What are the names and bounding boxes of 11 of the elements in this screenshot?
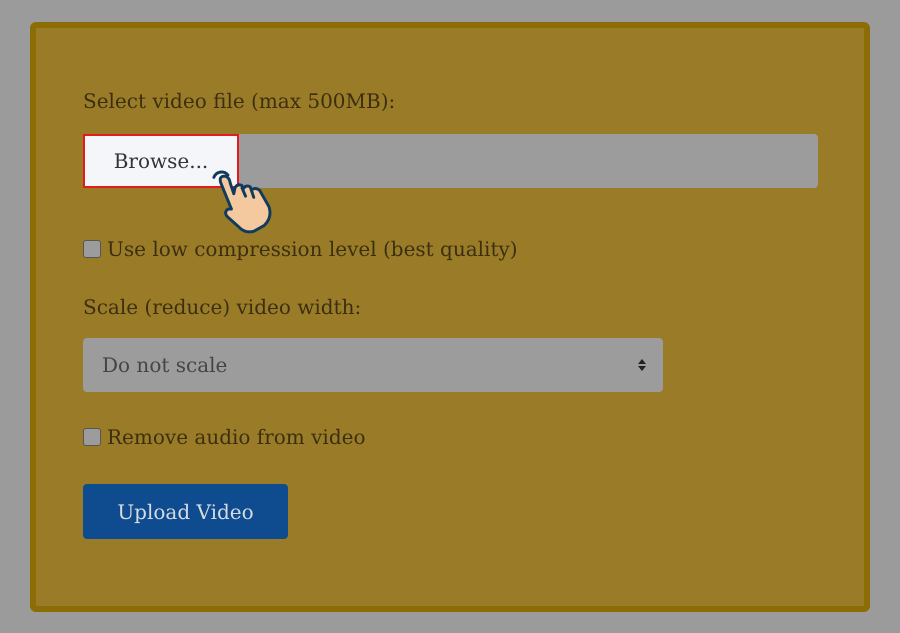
upload-button[interactable]: Upload Video (83, 484, 288, 539)
browse-button[interactable]: Browse... (83, 134, 239, 188)
checkbox[interactable] (83, 428, 101, 446)
scale-label: Scale (reduce) video width: (83, 294, 362, 321)
sort-caret-icon (637, 358, 647, 372)
scale-select[interactable]: Do not scale (83, 338, 663, 392)
file-input[interactable]: Browse... (83, 134, 818, 188)
checkbox-label: Remove audio from video (107, 424, 366, 451)
checkbox[interactable] (83, 240, 101, 258)
file-label: Select video file (max 500MB): (83, 88, 396, 115)
checkbox-label: Use low compression level (best quality) (107, 236, 518, 263)
